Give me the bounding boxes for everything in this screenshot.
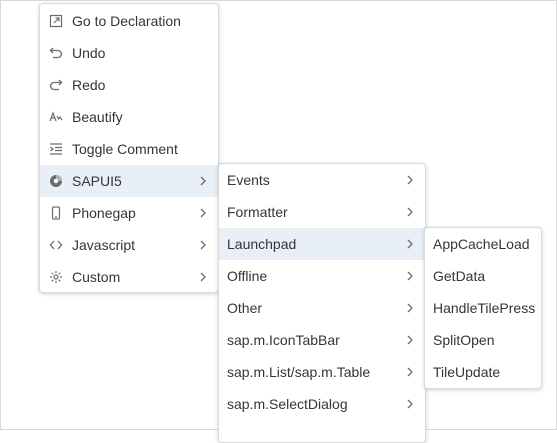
submenu-item-icontabbar[interactable]: sap.m.IconTabBar (219, 324, 425, 356)
chevron-right-icon (403, 269, 417, 283)
menu-item-label: Beautify (72, 109, 123, 125)
menu-item-label: sap.m.List/sap.m.Table (227, 364, 371, 380)
menu-item-undo[interactable]: Undo (40, 37, 218, 69)
menu-item-label: TileUpdate (433, 364, 501, 380)
submenu-item-launchpad[interactable]: Launchpad (219, 228, 425, 260)
chevron-right-icon (403, 173, 417, 187)
menu-item-redo[interactable]: Redo (40, 69, 218, 101)
menu-item-go-to-declaration[interactable]: Go to Declaration (40, 5, 218, 37)
beautify-icon (48, 109, 64, 125)
chevron-right-icon (196, 206, 210, 220)
chevron-right-icon (196, 270, 210, 284)
menu-item-label: Javascript (72, 237, 136, 253)
chevron-right-icon (403, 365, 417, 379)
chevron-right-icon (403, 205, 417, 219)
code-icon (48, 237, 64, 253)
chevron-right-icon (403, 397, 417, 411)
menu-item-label: sap.m.SelectDialog (227, 396, 348, 412)
menu-item-label: Custom (72, 269, 121, 285)
menu-item-beautify[interactable]: Beautify (40, 101, 218, 133)
menu-item-label: Go to Declaration (72, 13, 181, 29)
menu-item-label: Formatter (227, 204, 288, 220)
submenu-item-events[interactable]: Events (219, 164, 425, 196)
menu-item-label: AppCacheLoad (433, 236, 530, 252)
chevron-right-icon (403, 301, 417, 315)
submenu-item-list-table[interactable]: sap.m.List/sap.m.Table (219, 356, 425, 388)
submenu-item-appcacheload[interactable]: AppCacheLoad (425, 228, 541, 260)
go-to-declaration-icon (48, 13, 64, 29)
phone-icon (48, 205, 64, 221)
undo-icon (48, 45, 64, 61)
launchpad-submenu: AppCacheLoad GetData HandleTilePress Spl… (424, 227, 542, 389)
sapui5-submenu: Events Formatter Launchpad Offline Other… (218, 163, 426, 443)
submenu-item-offline[interactable]: Offline (219, 260, 425, 292)
menu-item-label: Offline (227, 268, 268, 284)
menu-item-label: SAPUI5 (72, 173, 122, 189)
menu-item-label: GetData (433, 268, 486, 284)
menu-item-label: Launchpad (227, 236, 297, 252)
menu-item-custom[interactable]: Custom (40, 261, 218, 292)
menu-item-label: sap.m.IconTabBar (227, 332, 340, 348)
menu-item-label: SplitOpen (433, 332, 495, 348)
submenu-item-getdata[interactable]: GetData (425, 260, 541, 292)
menu-item-label: Events (227, 172, 270, 188)
submenu-item-handletilepress[interactable]: HandleTilePress (425, 292, 541, 324)
chevron-right-icon (403, 333, 417, 347)
sapui5-icon (48, 173, 64, 189)
menu-item-label: Other (227, 300, 263, 316)
redo-icon (48, 77, 64, 93)
menu-item-phonegap[interactable]: Phonegap (40, 197, 218, 229)
menu-item-javascript[interactable]: Javascript (40, 229, 218, 261)
menu-item-label: Toggle Comment (72, 141, 178, 157)
submenu-item-splitopen[interactable]: SplitOpen (425, 324, 541, 356)
menu-item-label: Undo (72, 45, 106, 61)
submenu-item-formatter[interactable]: Formatter (219, 196, 425, 228)
menu-item-label: HandleTilePress (433, 300, 536, 316)
menu-item-sapui5[interactable]: SAPUI5 (40, 165, 218, 197)
toggle-comment-icon (48, 141, 64, 157)
chevron-right-icon (196, 174, 210, 188)
chevron-right-icon (196, 238, 210, 252)
chevron-right-icon (403, 237, 417, 251)
submenu-item-tileupdate[interactable]: TileUpdate (425, 356, 541, 388)
submenu-item-other[interactable]: Other (219, 292, 425, 324)
context-menu: Go to Declaration Undo Redo Beautify Tog… (39, 3, 219, 293)
gear-icon (48, 269, 64, 285)
submenu-item-selectdialog[interactable]: sap.m.SelectDialog (219, 388, 425, 420)
menu-item-label: Redo (72, 77, 106, 93)
menu-item-toggle-comment[interactable]: Toggle Comment (40, 133, 218, 165)
menu-item-label: Phonegap (72, 205, 136, 221)
